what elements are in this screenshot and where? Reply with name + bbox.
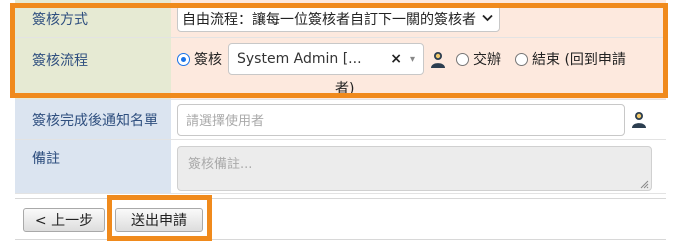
person-icon[interactable] (430, 51, 446, 68)
prev-step-button[interactable]: < 上一步 (23, 208, 105, 232)
remark-label: 備註 (15, 140, 171, 193)
radio-sign-label: 簽核 (194, 52, 222, 68)
radio-end-label: 結束 (回到申請 (532, 52, 626, 68)
caret-down-icon: ▾ (409, 53, 415, 65)
row-notify-list: 簽核完成後通知名單 請選擇使用者 (15, 100, 666, 140)
person-icon[interactable] (631, 111, 647, 128)
approval-method-label: 簽核方式 (15, 0, 171, 37)
radio-handle-label: 交辦 (473, 52, 501, 68)
notify-users-input[interactable]: 請選擇使用者 (177, 103, 625, 136)
approver-select[interactable]: System Admin [... × ▾ (228, 43, 424, 75)
remark-placeholder: 簽核備註... (188, 157, 253, 172)
approval-form: 簽核方式 自由流程：讓每一位簽核者自訂下一關的簽核者 簽核流程 簽核 Syste… (15, 0, 666, 194)
row-remark: 備註 簽核備註... (15, 140, 666, 194)
approval-flow-label: 簽核流程 (15, 38, 171, 99)
remark-textarea[interactable]: 簽核備註... (177, 146, 652, 191)
submit-application-button[interactable]: 送出申請 (115, 208, 203, 232)
approval-method-value: 自由流程：讓每一位簽核者自訂下一關的簽核者 (182, 11, 476, 28)
form-footer: < 上一步 送出申請 (15, 198, 666, 240)
radio-handle[interactable] (456, 52, 469, 66)
resize-grip-icon[interactable] (639, 178, 649, 189)
approval-method-select[interactable]: 自由流程：讓每一位簽核者自訂下一關的簽核者 (177, 5, 500, 32)
radio-end-label-wrap: 者) (335, 81, 355, 97)
notify-list-label: 簽核完成後通知名單 (15, 100, 171, 139)
radio-sign[interactable] (177, 52, 190, 66)
radio-end[interactable] (515, 52, 528, 66)
approver-value: System Admin [... (237, 51, 362, 67)
chevron-down-icon (482, 12, 493, 25)
row-approval-flow: 簽核流程 簽核 System Admin [... × ▾ 交辦 結束 (回到申… (15, 38, 666, 100)
clear-icon[interactable]: × (390, 51, 402, 67)
row-approval-method: 簽核方式 自由流程：讓每一位簽核者自訂下一關的簽核者 (15, 0, 666, 38)
